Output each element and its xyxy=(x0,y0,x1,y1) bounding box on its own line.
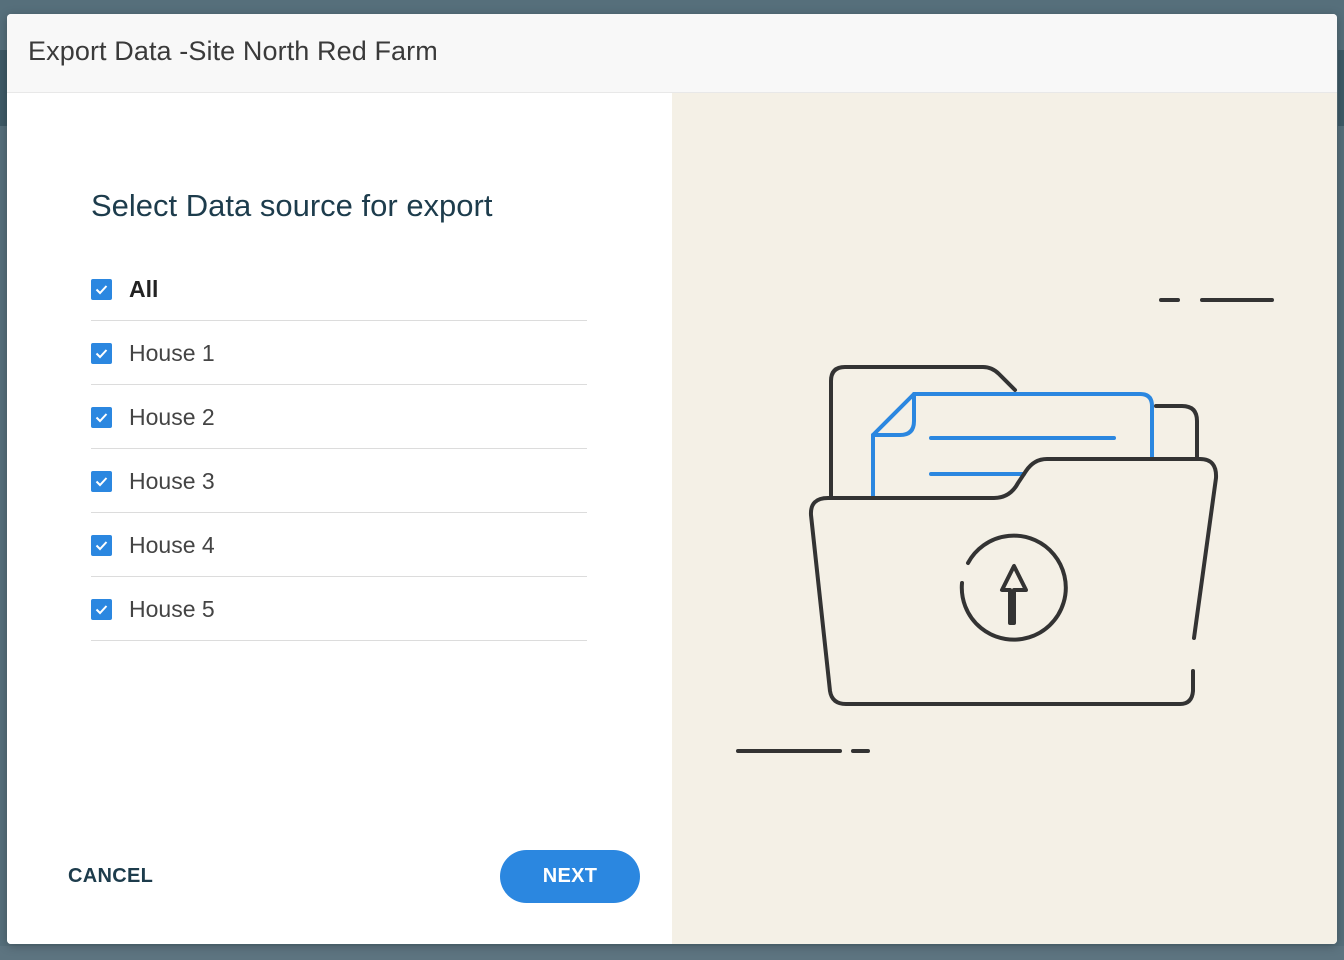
dialog-title: Export Data -Site North Red Farm xyxy=(28,36,438,66)
checkbox-house-4[interactable] xyxy=(91,535,112,556)
source-label: House 3 xyxy=(129,468,215,494)
check-icon xyxy=(95,285,108,295)
next-button[interactable]: NEXT xyxy=(500,850,640,903)
source-label: All xyxy=(129,276,159,302)
background-app-strip xyxy=(1338,50,1344,126)
export-data-dialog: Export Data -Site North Red Farm Select … xyxy=(7,14,1337,944)
dialog-header: Export Data -Site North Red Farm xyxy=(7,14,1337,93)
source-label: House 4 xyxy=(129,532,215,558)
check-icon xyxy=(95,349,108,359)
source-row-house-5[interactable]: House 5 xyxy=(91,577,587,641)
data-source-list: All House 1 House 2 House 3 House 4 Hous… xyxy=(91,257,587,641)
section-title: Select Data source for export xyxy=(91,188,493,223)
source-row-all[interactable]: All xyxy=(91,257,587,321)
source-row-house-3[interactable]: House 3 xyxy=(91,449,587,513)
illustration-pane xyxy=(672,93,1337,944)
source-label: House 5 xyxy=(129,596,215,622)
checkbox-house-3[interactable] xyxy=(91,471,112,492)
source-row-house-1[interactable]: House 1 xyxy=(91,321,587,385)
source-row-house-4[interactable]: House 4 xyxy=(91,513,587,577)
check-icon xyxy=(95,413,108,423)
check-icon xyxy=(95,541,108,551)
data-source-pane: Select Data source for export All House … xyxy=(7,93,672,944)
source-label: House 1 xyxy=(129,340,215,366)
check-icon xyxy=(95,605,108,615)
checkbox-all[interactable] xyxy=(91,279,112,300)
source-row-house-2[interactable]: House 2 xyxy=(91,385,587,449)
checkbox-house-1[interactable] xyxy=(91,343,112,364)
check-icon xyxy=(95,477,108,487)
checkbox-house-2[interactable] xyxy=(91,407,112,428)
folder-upload-icon xyxy=(736,298,1274,753)
checkbox-house-5[interactable] xyxy=(91,599,112,620)
background-app-footer xyxy=(0,946,1344,960)
source-label: House 2 xyxy=(129,404,215,430)
cancel-button[interactable]: CANCEL xyxy=(57,852,167,900)
